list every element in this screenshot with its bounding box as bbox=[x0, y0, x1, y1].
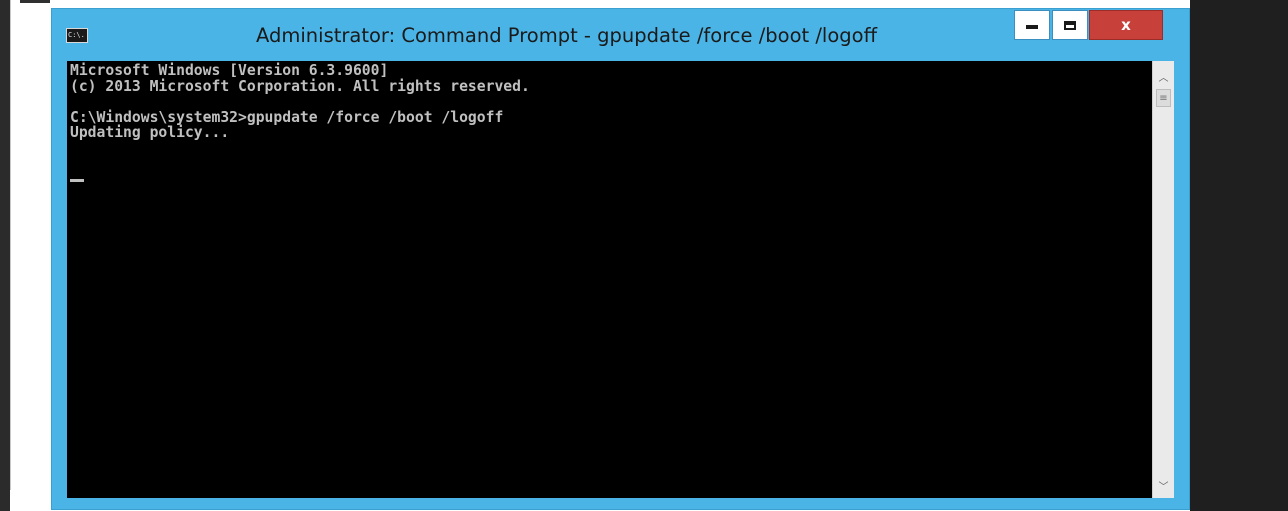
console-line: (c) 2013 Microsoft Corporation. All righ… bbox=[70, 77, 530, 95]
console-line: C:\Windows\system32>gpupdate /force /boo… bbox=[70, 108, 504, 126]
maximize-icon bbox=[1064, 20, 1076, 30]
maximize-button[interactable] bbox=[1052, 10, 1088, 40]
window-title: Administrator: Command Prompt - gpupdate… bbox=[256, 24, 878, 47]
console-icon[interactable]: C:\. bbox=[66, 28, 88, 43]
desktop-left-edge bbox=[0, 0, 10, 511]
console-line: Microsoft Windows [Version 6.3.9600] bbox=[70, 62, 389, 79]
command-prompt-window[interactable]: C:\. Administrator: Command Prompt - gpu… bbox=[51, 8, 1190, 510]
minimize-button[interactable] bbox=[1014, 10, 1050, 40]
vertical-scrollbar[interactable]: ︿ ≡ ﹀ bbox=[1152, 61, 1174, 498]
console-line: Updating policy... bbox=[70, 124, 230, 141]
title-bar[interactable]: C:\. Administrator: Command Prompt - gpu… bbox=[52, 9, 1189, 61]
desktop-background bbox=[1190, 0, 1288, 511]
scroll-up-arrow-icon[interactable]: ︿ bbox=[1153, 66, 1174, 86]
close-button[interactable]: x bbox=[1089, 10, 1163, 40]
minimize-icon bbox=[1026, 25, 1038, 29]
text-cursor bbox=[70, 179, 84, 182]
scroll-thumb[interactable]: ≡ bbox=[1156, 89, 1171, 107]
close-icon: x bbox=[1121, 15, 1131, 34]
console-text: Microsoft Windows [Version 6.3.9600] (c)… bbox=[70, 63, 530, 141]
console-output-area[interactable]: Microsoft Windows [Version 6.3.9600] (c)… bbox=[67, 61, 1152, 498]
background-window-edge bbox=[20, 0, 50, 3]
scroll-down-arrow-icon[interactable]: ﹀ bbox=[1153, 475, 1174, 495]
